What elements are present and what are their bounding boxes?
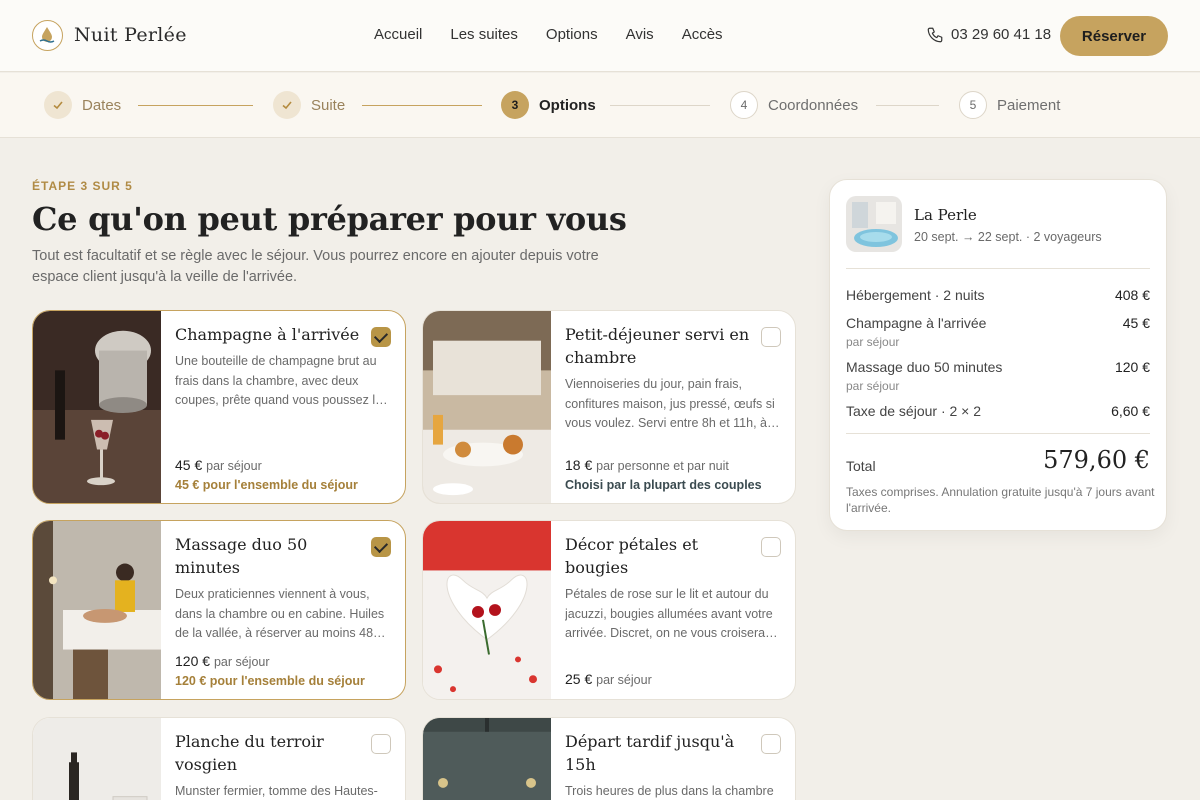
option-card-petals[interactable]: Décor pétales et bougies Pétales de rose… [422,520,796,700]
summary-divider [846,433,1150,434]
step-label: Options [539,96,596,114]
option-checkbox[interactable] [371,327,391,347]
step-label: Coordonnées [768,96,859,114]
option-card-terroir[interactable]: Planche du terroir vosgien Munster fermi… [32,717,406,800]
option-description: Deux praticiennes viennent à vous, dans … [175,587,385,640]
line-label: Champagne à l'arrivée [846,315,987,331]
option-description: Viennoiseries du jour, pain frais, confi… [565,377,775,430]
option-title: Décor pétales et bougies [565,535,699,577]
option-total-note: 120 € pour l'ensemble du séjour [175,674,365,688]
step-connector [876,105,939,106]
price-unit: par séjour [213,655,270,669]
phone-icon [927,27,943,43]
option-checkbox[interactable] [761,327,781,347]
check-icon [44,91,72,119]
step-connector [138,105,253,106]
total-label: Total [846,458,876,474]
price-unit: par personne et par nuit [596,459,729,473]
terroir-photo [33,718,161,800]
line-label: Taxe de séjour · 2 × 2 [846,403,982,419]
option-description: Trois heures de plus dans la chambre et … [565,784,774,798]
option-checkbox[interactable] [761,537,781,557]
suite-name: La Perle [914,206,977,224]
step-coordonnees[interactable]: 4 Coordonnées [730,91,858,119]
nav-item-accueil[interactable]: Accueil [374,26,422,43]
option-card-breakfast[interactable]: Petit-déjeuner servi en chambre Viennois… [422,310,796,504]
check-icon [273,91,301,119]
nav-item-options[interactable]: Options [546,26,598,43]
suite-thumbnail [846,196,902,252]
option-title: Petit-déjeuner servi en chambre [565,325,750,367]
massage-photo [33,521,161,699]
step-number: 3 [501,91,529,119]
petals-photo [423,521,551,699]
step-options[interactable]: 3 Options [501,91,596,119]
line-amount: 408 € [1114,287,1150,303]
summary-divider [846,268,1150,269]
page-title: Ce qu'on peut préparer pour vous [32,200,627,238]
option-checkbox[interactable] [371,537,391,557]
stay-dates: 20 sept. → 22 sept. · 2 voyageurs [914,230,1102,244]
option-card-massage[interactable]: Massage duo 50 minutes Deux praticiennes… [32,520,406,700]
price-value: 45 € [175,457,203,473]
price-value: 18 € [565,457,593,473]
line-label: Hébergement · 2 nuits [846,287,985,303]
reserve-button[interactable]: Réserver [1060,16,1168,56]
option-title: Planche du terroir vosgien [175,732,324,774]
step-connector [362,105,482,106]
breakfast-photo [423,311,551,503]
option-title: Champagne à l'arrivée [175,325,360,344]
step-paiement[interactable]: 5 Paiement [959,91,1060,119]
page-subtitle: Tout est facultatif et se règle avec le … [32,248,599,285]
line-amount: 120 € [1114,359,1150,375]
price-unit: par séjour [596,673,652,687]
option-description: Pétales de rose sur le lit et autour du … [565,587,773,640]
brand-name[interactable]: Nuit Perlée [74,24,187,46]
price-unit: par séjour [206,459,262,473]
option-title: Massage duo 50 minutes [175,535,308,577]
main-nav: Accueil Les suites Options Avis Accès [374,26,723,43]
option-card-champagne[interactable]: Champagne à l'arrivée Une bouteille de c… [32,310,406,504]
total-value: 579,60 € [1043,446,1150,474]
option-price: 18 € par personne et par nuit [565,457,729,473]
price-value: 25 € [565,671,593,687]
line-amount: 6,60 € [1111,403,1150,419]
option-price: 120 € par séjour [175,653,270,669]
nav-item-acces[interactable]: Accès [682,26,723,43]
step-number: 4 [730,91,758,119]
option-checkbox[interactable] [761,734,781,754]
step-connector [610,105,710,106]
champagne-photo [33,311,161,503]
step-label: Dates [82,96,122,114]
option-price: 25 € par séjour [565,671,652,687]
step-label: Paiement [997,96,1061,114]
option-description: Munster fermier, tomme des Hautes-Vosges… [175,784,378,798]
late-checkout-photo [423,718,551,800]
line-sub: par séjour [846,379,900,393]
option-checkbox[interactable] [371,734,391,754]
summary-footnote: Taxes comprises. Annulation gratuite jus… [846,485,1155,515]
option-popular-note: Choisi par la plupart des couples [565,478,762,492]
option-description: Une bouteille de champagne brut au frais… [175,354,383,407]
option-card-late-checkout[interactable]: Départ tardif jusqu'à 15h Trois heures d… [422,717,796,800]
site-header: Nuit Perlée Accueil Les suites Options A… [0,0,1200,72]
line-label: Massage duo 50 minutes [846,359,1003,375]
nav-item-suites[interactable]: Les suites [450,26,518,43]
option-title: Départ tardif jusqu'à 15h [565,732,735,774]
step-number: 5 [959,91,987,119]
price-value: 120 € [175,653,211,669]
line-sub: par séjour [846,335,900,349]
step-suite[interactable]: Suite [273,91,345,119]
step-eyebrow: ÉTAPE 3 SUR 5 [32,179,133,193]
step-dates[interactable]: Dates [44,91,121,119]
phone-number[interactable]: 03 29 60 41 18 [951,26,1051,43]
step-label: Suite [311,96,346,114]
line-amount: 45 € [1122,315,1150,331]
option-price: 45 € par séjour [175,457,262,473]
booking-stepper: Dates Suite 3 Options 4 Coordonnées 5 Pa… [0,73,1200,138]
option-total-note: 45 € pour l'ensemble du séjour [175,478,358,492]
nav-item-avis[interactable]: Avis [626,26,654,43]
pearl-drop-icon[interactable] [32,20,63,51]
booking-summary: La Perle 20 sept. → 22 sept. · 2 voyageu… [829,179,1167,531]
